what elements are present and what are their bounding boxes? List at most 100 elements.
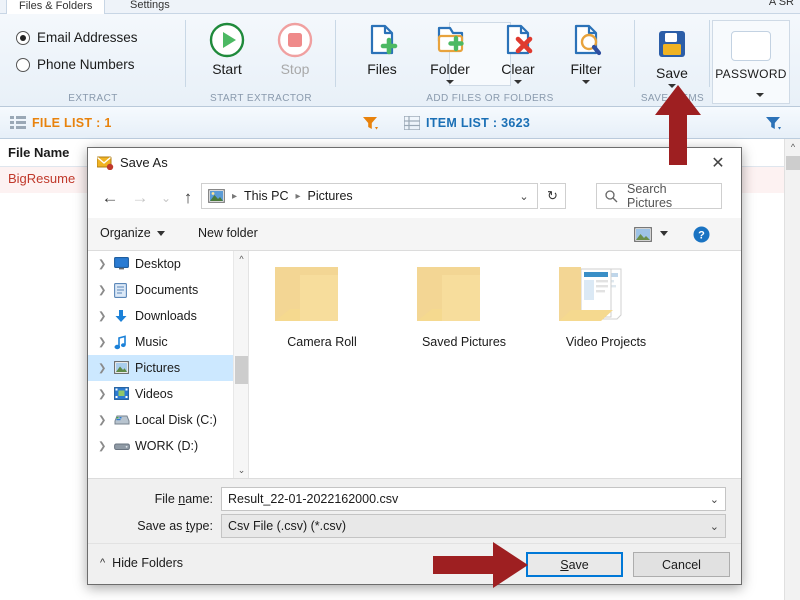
- chevron-right-icon[interactable]: ❯: [98, 389, 108, 400]
- address-bar[interactable]: ▸ This PC ▸ Pictures ⌄: [201, 183, 538, 209]
- column-header-file-name: File Name: [8, 145, 70, 160]
- tree-item-music[interactable]: ❯ Music: [88, 329, 248, 355]
- scrollbar-thumb[interactable]: [786, 156, 800, 170]
- filter-button[interactable]: Filter: [555, 20, 617, 86]
- clear-dropdown-caret[interactable]: [514, 80, 522, 84]
- ribbon-group-extract: Email Addresses Phone Numbers EXTRACT: [0, 14, 186, 107]
- filter-dropdown-caret[interactable]: [582, 80, 590, 84]
- start-button[interactable]: Start: [196, 20, 258, 86]
- password-button[interactable]: PASSWORD: [712, 20, 790, 104]
- scroll-down-arrow-icon[interactable]: ⌄: [234, 462, 249, 478]
- chevron-right-icon[interactable]: ❯: [98, 363, 108, 374]
- tree-item-work-d[interactable]: ❯ WORK (D:): [88, 433, 248, 459]
- password-dropdown-caret[interactable]: [756, 93, 764, 97]
- filter-icon[interactable]: [363, 116, 380, 131]
- item-filter-icon[interactable]: [766, 116, 783, 131]
- view-layout-icon[interactable]: [634, 227, 652, 242]
- floppy-disk-icon: [653, 24, 691, 64]
- scroll-up-arrow-icon[interactable]: ^: [785, 139, 800, 156]
- breadcrumb-this-pc[interactable]: This PC: [244, 189, 288, 203]
- save-button[interactable]: Save: [641, 24, 703, 90]
- folder-add-icon: [430, 20, 470, 60]
- file-name-chevron-down-icon[interactable]: ⌄: [710, 493, 719, 506]
- save-button[interactable]: Save: [526, 552, 623, 577]
- cancel-button[interactable]: Cancel: [633, 552, 730, 577]
- tree-item-label: Music: [135, 335, 168, 349]
- chevron-right-icon[interactable]: ❯: [98, 415, 108, 426]
- list-item[interactable]: Camera Roll: [267, 263, 377, 478]
- chevron-right-icon[interactable]: ❯: [98, 311, 108, 322]
- dialog-title-bar: Save As ✕: [88, 148, 741, 178]
- tree-item-videos[interactable]: ❯ Videos: [88, 381, 248, 407]
- file-name-label: File name:: [154, 492, 213, 506]
- mail-save-icon: [97, 156, 114, 170]
- chevron-right-icon[interactable]: ❯: [98, 337, 108, 348]
- recent-locations-chevron-down-icon[interactable]: ⌄: [154, 186, 178, 210]
- radio-email-addresses[interactable]: Email Addresses: [16, 30, 186, 45]
- organize-button[interactable]: Organize: [100, 226, 165, 240]
- item-list-count: ITEM LIST : 3623: [426, 116, 531, 130]
- save-as-type-select[interactable]: Csv File (.csv) (*.csv) ⌄: [221, 514, 726, 538]
- play-icon: [208, 20, 246, 60]
- view-chevron-down-icon[interactable]: [660, 231, 668, 236]
- folder-dropdown-caret[interactable]: [446, 80, 454, 84]
- arrow-up-icon[interactable]: ↑: [176, 186, 200, 210]
- save-button-label: Save: [560, 557, 589, 572]
- pictures-icon: [208, 189, 225, 203]
- scroll-up-arrow-icon[interactable]: ^: [234, 251, 249, 267]
- chevron-right-icon[interactable]: ❯: [98, 259, 108, 270]
- file-name-input[interactable]: Result_22-01-2022162000.csv ⌄: [221, 487, 726, 511]
- list-item-label: Camera Roll: [287, 335, 357, 349]
- clear-button[interactable]: Clear: [487, 20, 549, 86]
- hide-folders-button[interactable]: ^ Hide Folders: [100, 556, 183, 570]
- tab-settings[interactable]: Settings: [118, 0, 182, 14]
- arrow-right-icon[interactable]: →: [128, 186, 152, 210]
- list-item-label: Video Projects: [565, 335, 647, 349]
- ribbon-divider: [335, 20, 336, 87]
- tree-item-label: Desktop: [135, 257, 181, 271]
- stop-button[interactable]: Stop: [264, 20, 326, 86]
- file-filter-icon: [566, 20, 606, 60]
- tree-item-label: Downloads: [135, 309, 197, 323]
- hide-folders-label: Hide Folders: [112, 556, 184, 570]
- downloads-icon: [114, 309, 129, 324]
- main-vertical-scrollbar[interactable]: ^: [784, 139, 800, 600]
- list-item[interactable]: Saved Pictures: [409, 263, 519, 478]
- tree-item-label: Pictures: [135, 361, 181, 375]
- tree-item-documents[interactable]: ❯ Documents: [88, 277, 248, 303]
- help-icon[interactable]: ?: [693, 226, 710, 243]
- tab-files-and-folders[interactable]: Files & Folders: [6, 0, 106, 14]
- file-clear-icon: [498, 20, 538, 60]
- tree-item-local-disk-c[interactable]: ❯ Local Disk (C:): [88, 407, 248, 433]
- organize-label: Organize: [100, 226, 151, 240]
- files-button-label: Files: [367, 61, 397, 77]
- folder-button[interactable]: Folder: [419, 20, 481, 86]
- scrollbar-thumb[interactable]: [235, 356, 248, 384]
- file-add-icon: [362, 20, 402, 60]
- tree-item-label: WORK (D:): [135, 439, 199, 453]
- radio-phone-numbers[interactable]: Phone Numbers: [16, 57, 186, 72]
- dialog-navigation-bar: ← → ⌄ ↑ ▸ This PC ▸ Pictures ⌄ ↻ Search …: [88, 178, 741, 218]
- tree-item-pictures[interactable]: ❯ Pictures: [88, 355, 248, 381]
- save-as-type-chevron-down-icon[interactable]: ⌄: [710, 520, 719, 533]
- navigation-pane-scrollbar[interactable]: ^ ⌄: [233, 251, 248, 478]
- file-list-grid-icon: [10, 116, 26, 130]
- chevron-right-icon[interactable]: ❯: [98, 441, 108, 452]
- tree-item-label: Documents: [135, 283, 199, 297]
- files-button[interactable]: Files: [351, 20, 413, 86]
- ribbon-group-extract-caption: EXTRACT: [68, 93, 118, 104]
- new-folder-button[interactable]: New folder: [198, 226, 258, 240]
- chevron-right-icon[interactable]: ❯: [98, 285, 108, 296]
- arrow-left-icon[interactable]: ←: [98, 186, 122, 210]
- search-input[interactable]: Search Pictures: [596, 182, 722, 210]
- radio-email-addresses-indicator: [16, 30, 30, 45]
- refresh-icon[interactable]: ↻: [540, 183, 566, 209]
- list-item[interactable]: Video Projects: [551, 263, 661, 478]
- save-button-label: Save: [656, 65, 688, 81]
- tree-item-downloads[interactable]: ❯ Downloads: [88, 303, 248, 329]
- breadcrumb-pictures[interactable]: Pictures: [308, 189, 353, 203]
- address-dropdown-chevron-down-icon[interactable]: ⌄: [513, 184, 535, 208]
- navigation-pane: ❯ Desktop ❯ Documents ❯ Downloads ❯ Musi…: [88, 251, 248, 478]
- tree-item-desktop[interactable]: ❯ Desktop: [88, 251, 248, 277]
- password-icon: [731, 31, 771, 61]
